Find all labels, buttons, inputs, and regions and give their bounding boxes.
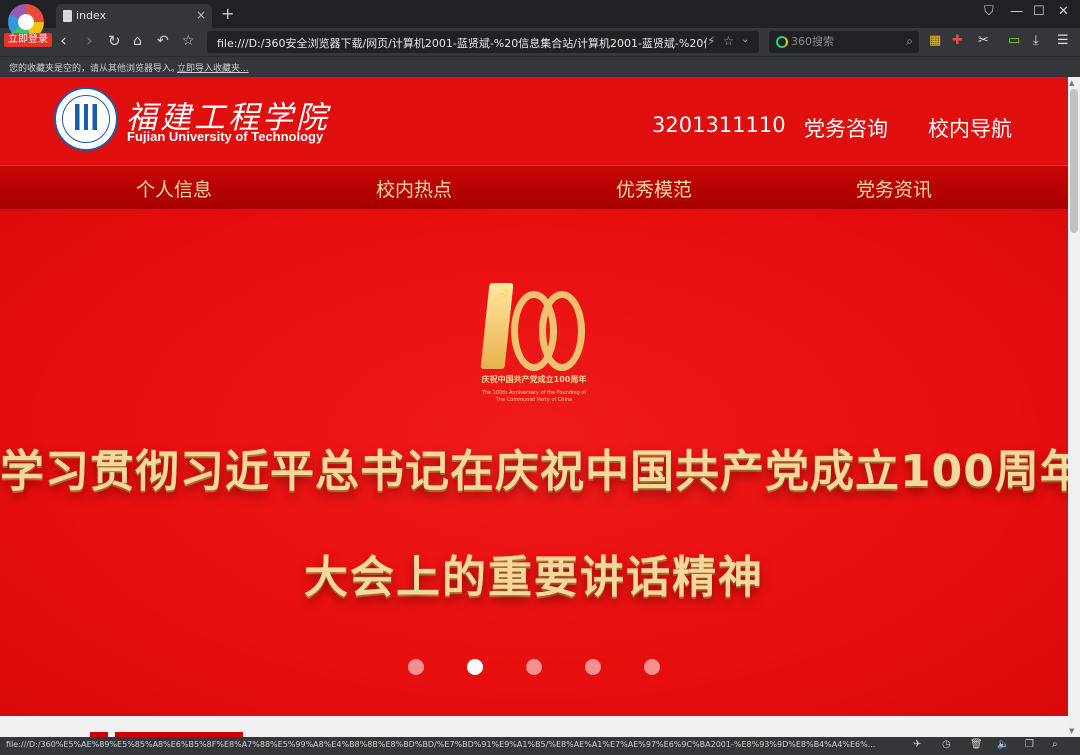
page-viewport: 福建工程学院 Fujian University of Technology 3… — [0, 77, 1068, 737]
menu-icon[interactable]: ☰ — [1057, 33, 1069, 49]
tab-close-icon[interactable]: × — [196, 8, 206, 22]
game-icon[interactable]: ✚ — [952, 33, 963, 49]
scrollbar-thumb[interactable] — [1070, 89, 1078, 233]
header-link-student-id[interactable]: 3201311110 — [652, 113, 786, 137]
login-badge[interactable]: 立即登录 — [4, 33, 52, 47]
back-icon[interactable]: ‹ — [60, 31, 67, 51]
import-bookmarks-link[interactable]: 立即导入收藏夹... — [177, 61, 249, 74]
hero-banner-carousel[interactable]: ☭ 庆祝中国共产党成立100周年 The 100th Anniversary o… — [0, 209, 1068, 716]
browser-tab[interactable]: index × — [56, 4, 212, 28]
logo-english-name: Fujian University of Technology — [127, 129, 324, 144]
chevron-down-icon[interactable]: ⌄ — [741, 34, 749, 45]
battery-icon[interactable]: ▭ — [1008, 33, 1020, 49]
emblem-subtitle-line2: The Communist Party of China — [495, 397, 573, 403]
emblem-zero-ring-2021 — [539, 291, 585, 371]
nav-party-news[interactable]: 党务资讯 — [856, 175, 932, 202]
new-tab-icon[interactable]: + — [221, 4, 234, 23]
screenshot-scissors-icon[interactable]: ✂ — [978, 33, 989, 49]
nav-campus-hot[interactable]: 校内热点 — [376, 175, 452, 202]
status-url: file:///D:/360%E5%AE%89%E5%85%A8%E6%B5%8… — [6, 740, 876, 749]
emblem-caption: 庆祝中国共产党成立100周年 — [481, 375, 587, 384]
speed-mode-icon[interactable]: ⚡ — [707, 34, 715, 48]
page-icon — [63, 10, 72, 22]
skin-icon[interactable]: ⛉ — [984, 4, 994, 19]
header-link-party-consult[interactable]: 党务咨询 — [804, 113, 888, 143]
home-icon[interactable]: ⌂ — [133, 31, 142, 51]
nav-personal-info[interactable]: 个人信息 — [136, 175, 212, 202]
download-icon[interactable]: ⤓ — [1033, 33, 1039, 49]
address-bar[interactable]: file:///D:/360安全浏览器下载/网页/计算机2001-蓝贤斌-%20… — [207, 31, 759, 53]
scroll-up-icon[interactable]: ▲ — [1069, 79, 1074, 87]
browser-tab-bar: index × + ⛉ — ☐ ✕ — [0, 0, 1080, 28]
university-seal-logo[interactable] — [54, 87, 118, 151]
carousel-dot[interactable] — [526, 659, 542, 675]
window-icon[interactable]: ❐ — [1025, 739, 1034, 750]
volume-icon[interactable]: 🔈 — [997, 739, 1009, 750]
bookmarks-bar: 您的收藏夹是空的，请从其他浏览器导入。 立即导入收藏夹... — [0, 56, 1080, 77]
search-engine-icon — [776, 36, 788, 48]
undo-close-icon[interactable]: ↶ — [157, 31, 169, 51]
browser-status-bar: file:///D:/360%E5%AE%89%E5%85%A8%E6%B5%8… — [0, 737, 1080, 755]
address-text[interactable]: file:///D:/360安全浏览器下载/网页/计算机2001-蓝贤斌-%20… — [217, 35, 707, 51]
carousel-dot[interactable] — [644, 659, 660, 675]
carousel-dot[interactable] — [408, 659, 424, 675]
emblem-subtitle-line1: The 100th Anniversary of the Founding of — [481, 390, 587, 396]
header-link-campus-nav[interactable]: 校内导航 — [928, 113, 1012, 143]
search-input[interactable] — [791, 35, 891, 48]
hammer-sickle-icon: ☭ — [492, 286, 512, 307]
bookmark-star-icon[interactable]: ☆ — [723, 34, 734, 48]
favorite-star-icon[interactable]: ☆ — [182, 31, 195, 51]
seal-building-icon — [75, 104, 97, 130]
bookmarks-empty-notice: 您的收藏夹是空的，请从其他浏览器导入。 — [9, 64, 181, 74]
carousel-dot[interactable] — [585, 659, 601, 675]
nav-models[interactable]: 优秀模范 — [616, 175, 692, 202]
carousel-dot[interactable] — [467, 659, 483, 675]
banner-slogan-line1: 学习贯彻习近平总书记在庆祝中国共产党成立100周年 — [0, 446, 1068, 497]
maximize-icon[interactable]: ☐ — [1033, 4, 1045, 19]
close-window-icon[interactable]: ✕ — [1058, 4, 1069, 19]
banner-slogan-line2: 大会上的重要讲话精神 — [304, 552, 764, 603]
refresh-icon[interactable]: ↻ — [108, 31, 121, 51]
scroll-down-icon[interactable]: ▼ — [1069, 727, 1074, 735]
emblem-digit-one: ☭ — [480, 283, 514, 369]
emblem-subtitle: The 100th Anniversary of the Founding of… — [472, 390, 596, 404]
browser-toolbar: ‹ › ↻ ⌂ ↶ ☆ file:///D:/360安全浏览器下载/网页/计算机… — [0, 28, 1080, 56]
trash-icon[interactable]: 🗑 — [970, 739, 983, 750]
search-icon[interactable]: ⌕ — [906, 34, 913, 49]
zoom-icon[interactable]: ⌕ — [1052, 739, 1058, 750]
history-icon[interactable]: ◷ — [942, 739, 951, 750]
site-header: 福建工程学院 Fujian University of Technology 3… — [0, 77, 1068, 165]
main-nav: 个人信息 校内热点 优秀模范 党务资讯 — [0, 165, 1068, 209]
accelerate-icon[interactable]: ✈ — [913, 739, 921, 750]
centenary-emblem: ☭ — [480, 277, 585, 377]
tab-title: index — [76, 9, 107, 22]
minimize-icon[interactable]: — — [1010, 4, 1023, 19]
apps-grid-icon[interactable]: ▦ — [929, 33, 941, 49]
carousel-indicators — [0, 657, 1068, 677]
search-box[interactable]: ⌕ — [769, 31, 919, 53]
forward-icon[interactable]: › — [86, 31, 93, 51]
